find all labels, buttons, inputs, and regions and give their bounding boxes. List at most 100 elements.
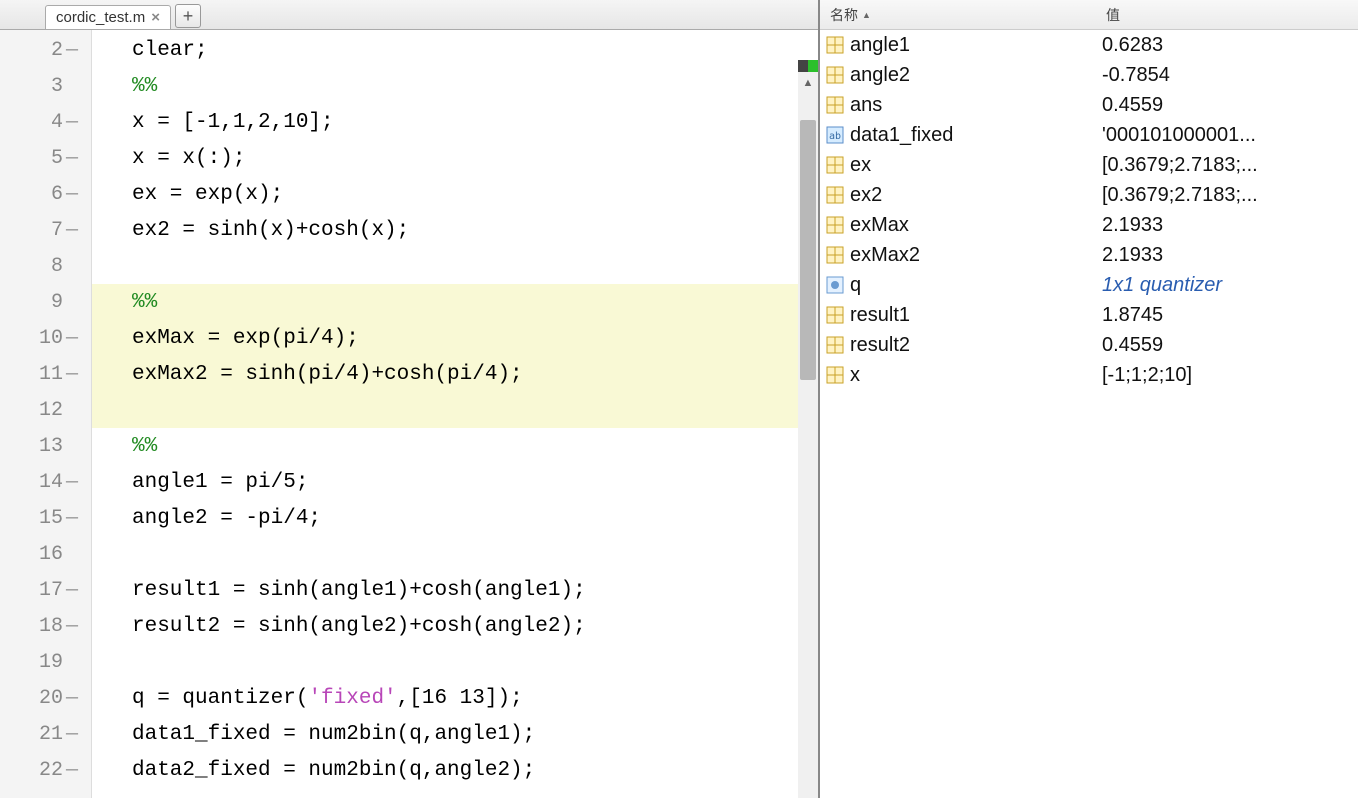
workspace-variable-row[interactable]: angle10.6283 bbox=[820, 30, 1358, 60]
breakpoint-dash[interactable]: — bbox=[63, 39, 81, 62]
code-line[interactable]: %% bbox=[92, 284, 818, 320]
code-token: result1 = sinh(angle1)+cosh(angle1); bbox=[132, 579, 586, 602]
code-line[interactable]: q = quantizer('fixed',[16 13]); bbox=[92, 680, 818, 716]
code-area[interactable]: clear;%% x = [-1,1,2,10]; x = x(:); ex = ex… bbox=[92, 30, 818, 798]
code-line[interactable] bbox=[92, 392, 818, 428]
code-token: clear; bbox=[132, 39, 208, 62]
workspace-variable-row[interactable]: abdata1_fixed'000101000001... bbox=[820, 120, 1358, 150]
code-line[interactable]: x = [-1,1,2,10]; bbox=[92, 104, 818, 140]
line-number: 13 bbox=[35, 435, 63, 458]
breakpoint-dash[interactable]: — bbox=[63, 147, 81, 170]
code-line[interactable]: exMax = exp(pi/4); bbox=[92, 320, 818, 356]
breakpoint-dash[interactable]: — bbox=[63, 183, 81, 206]
code-line[interactable]: exMax2 = sinh(pi/4)+cosh(pi/4); bbox=[92, 356, 818, 392]
breakpoint-dash[interactable]: — bbox=[63, 759, 81, 782]
close-icon[interactable]: × bbox=[151, 9, 160, 26]
line-gutter: 2—34—5—6—7—8910—11—121314—15—1617—18—192… bbox=[0, 30, 92, 798]
code-line[interactable]: %% bbox=[92, 428, 818, 464]
code-line[interactable] bbox=[92, 248, 818, 284]
variable-type-icon bbox=[824, 215, 846, 235]
gutter-line: 20— bbox=[0, 680, 91, 716]
breakpoint-dash[interactable]: — bbox=[63, 723, 81, 746]
variable-name: q bbox=[850, 274, 1102, 297]
code-line[interactable]: data1_fixed = num2bin(q,angle1); bbox=[92, 716, 818, 752]
variable-type-icon bbox=[824, 65, 846, 85]
workspace-variable-row[interactable]: result11.8745 bbox=[820, 300, 1358, 330]
scroll-up-arrow-icon[interactable]: ▲ bbox=[798, 74, 818, 92]
breakpoint-dash[interactable]: — bbox=[63, 507, 81, 530]
vertical-scrollbar[interactable]: ▲ bbox=[798, 60, 818, 798]
breakpoint-dash[interactable]: — bbox=[63, 219, 81, 242]
breakpoint-dash[interactable]: — bbox=[63, 111, 81, 134]
variable-value: 1.8745 bbox=[1102, 304, 1358, 327]
breakpoint-dash[interactable]: — bbox=[63, 471, 81, 494]
variable-name: exMax bbox=[850, 214, 1102, 237]
line-number: 6 bbox=[35, 183, 63, 206]
variable-type-icon bbox=[824, 365, 846, 385]
code-token: angle2 = -pi/4; bbox=[132, 507, 321, 530]
workspace-variable-row[interactable]: result20.4559 bbox=[820, 330, 1358, 360]
gutter-line: 15— bbox=[0, 500, 91, 536]
column-header-name[interactable]: 名称 ▲ bbox=[820, 5, 1100, 25]
workspace-variable-row[interactable]: exMax22.1933 bbox=[820, 240, 1358, 270]
code-line[interactable]: ex2 = sinh(x)+cosh(x); bbox=[92, 212, 818, 248]
workspace-variable-row[interactable]: x[-1;1;2;10] bbox=[820, 360, 1358, 390]
breakpoint-dash[interactable]: — bbox=[63, 327, 81, 350]
variable-type-icon bbox=[824, 305, 846, 325]
code-line[interactable]: angle2 = -pi/4; bbox=[92, 500, 818, 536]
workspace-variable-row[interactable]: ans0.4559 bbox=[820, 90, 1358, 120]
workspace-pane: 名称 ▲ 值 angle10.6283angle2-0.7854ans0.455… bbox=[820, 0, 1358, 798]
line-number: 10 bbox=[35, 327, 63, 350]
code-line[interactable]: ex = exp(x); bbox=[92, 176, 818, 212]
line-number: 5 bbox=[35, 147, 63, 170]
code-token: 'fixed' bbox=[308, 687, 396, 710]
workspace-variable-row[interactable]: angle2-0.7854 bbox=[820, 60, 1358, 90]
scroll-thumb[interactable] bbox=[800, 120, 816, 380]
code-token: ex = exp(x); bbox=[132, 183, 283, 206]
variable-name: angle2 bbox=[850, 64, 1102, 87]
line-number: 14 bbox=[35, 471, 63, 494]
code-token: data2_fixed = num2bin(q,angle2); bbox=[132, 759, 535, 782]
file-tab[interactable]: cordic_test.m × bbox=[45, 5, 171, 29]
code-line[interactable]: result2 = sinh(angle2)+cosh(angle2); bbox=[92, 608, 818, 644]
workspace-variable-row[interactable]: ex2[0.3679;2.7183;... bbox=[820, 180, 1358, 210]
code-line[interactable] bbox=[92, 536, 818, 572]
line-number: 7 bbox=[35, 219, 63, 242]
gutter-line: 11— bbox=[0, 356, 91, 392]
line-number: 15 bbox=[35, 507, 63, 530]
code-token: data1_fixed = num2bin(q,angle1); bbox=[132, 723, 535, 746]
code-line[interactable]: data2_fixed = num2bin(q,angle2); bbox=[92, 752, 818, 788]
variable-name: exMax2 bbox=[850, 244, 1102, 267]
code-line[interactable]: result1 = sinh(angle1)+cosh(angle1); bbox=[92, 572, 818, 608]
line-number: 9 bbox=[35, 291, 63, 314]
code-line[interactable]: clear; bbox=[92, 32, 818, 68]
breakpoint-dash[interactable]: — bbox=[63, 363, 81, 386]
code-line[interactable] bbox=[92, 644, 818, 680]
variable-name: x bbox=[850, 364, 1102, 387]
workspace-variable-row[interactable]: q1x1 quantizer bbox=[820, 270, 1358, 300]
gutter-line: 19 bbox=[0, 644, 91, 680]
column-header-name-label: 名称 bbox=[830, 5, 858, 25]
sort-ascending-icon: ▲ bbox=[862, 10, 871, 20]
new-tab-button[interactable]: + bbox=[175, 4, 201, 28]
code-line[interactable]: x = x(:); bbox=[92, 140, 818, 176]
tab-bar: cordic_test.m × + bbox=[0, 0, 818, 30]
gutter-line: 12 bbox=[0, 392, 91, 428]
editor-pane: cordic_test.m × + 2—34—5—6—7—8910—11—121… bbox=[0, 0, 820, 798]
code-line[interactable]: %% bbox=[92, 68, 818, 104]
editor-body: 2—34—5—6—7—8910—11—121314—15—1617—18—192… bbox=[0, 30, 818, 798]
variable-type-icon: ab bbox=[824, 125, 846, 145]
code-token: x = [-1,1,2,10]; bbox=[132, 111, 334, 134]
workspace-variable-row[interactable]: ex[0.3679;2.7183;... bbox=[820, 150, 1358, 180]
line-number: 16 bbox=[35, 543, 63, 566]
breakpoint-dash[interactable]: — bbox=[63, 615, 81, 638]
column-header-value[interactable]: 值 bbox=[1100, 5, 1358, 25]
variable-value: [0.3679;2.7183;... bbox=[1102, 154, 1358, 177]
code-line[interactable]: angle1 = pi/5; bbox=[92, 464, 818, 500]
breakpoint-dash[interactable]: — bbox=[63, 687, 81, 710]
breakpoint-dash[interactable]: — bbox=[63, 579, 81, 602]
code-health-indicator bbox=[798, 60, 818, 72]
variable-value: [0.3679;2.7183;... bbox=[1102, 184, 1358, 207]
workspace-variable-row[interactable]: exMax2.1933 bbox=[820, 210, 1358, 240]
gutter-line: 21— bbox=[0, 716, 91, 752]
